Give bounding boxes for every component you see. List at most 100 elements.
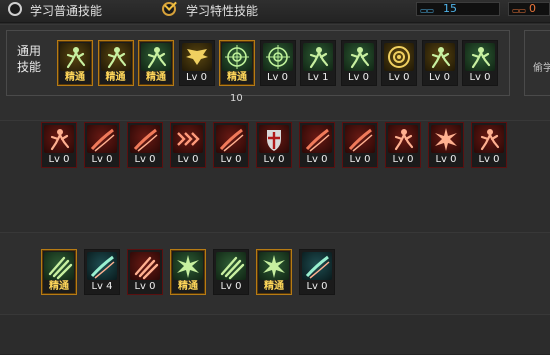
skill-icon <box>87 252 117 280</box>
skill-level-label: Lv 4 <box>91 281 113 292</box>
tab-trait-skills-label[interactable]: 学习特性技能 <box>186 2 258 19</box>
skill-level-label: Lv 0 <box>428 72 451 83</box>
skill-icon <box>181 43 212 71</box>
skill-common-6[interactable]: Lv 0 <box>259 40 296 86</box>
top-bar: 学习普通技能 学习特性技能 ▭▭ 15 ▭▭ 0 <box>0 0 550 23</box>
radio-trait-skills[interactable] <box>162 2 176 16</box>
skill-row2-1[interactable]: Lv 0 <box>41 122 77 168</box>
steal-skills-panel: 偷学 <box>524 30 550 96</box>
skill-common-5[interactable]: 精通 <box>219 40 255 86</box>
skill-row3-4[interactable]: 精通 <box>170 249 206 295</box>
skill-level-label: 精通 <box>146 72 166 83</box>
sp-counter: ▭▭ 15 <box>416 2 500 16</box>
skill-icon <box>100 43 131 71</box>
skill-icon <box>302 125 332 153</box>
skill-level-label: Lv 0 <box>177 154 199 165</box>
skill-icon <box>388 125 418 153</box>
skill-icon <box>173 125 203 153</box>
skill-icon <box>259 252 289 280</box>
skill-icon <box>130 252 160 280</box>
skill-row3-7[interactable]: Lv 0 <box>299 249 335 295</box>
skill-level-label: 精通 <box>49 281 69 292</box>
skill-icon <box>173 252 203 280</box>
skill-common-10[interactable]: Lv 0 <box>421 40 458 86</box>
skill-icon <box>222 43 252 71</box>
skill-row3-3[interactable]: Lv 0 <box>127 249 163 295</box>
skill-level-label: Lv 1 <box>307 72 329 83</box>
skill-level-label: Lv 0 <box>306 154 328 165</box>
skill-icon <box>431 125 461 153</box>
skill-row2-5[interactable]: Lv 0 <box>213 122 249 168</box>
skill-level-label: Lv 0 <box>91 154 113 165</box>
skill-common-7[interactable]: Lv 1 <box>300 40 336 86</box>
skill-row2-3[interactable]: Lv 0 <box>127 122 163 168</box>
tp-icon: ▭▭ <box>512 6 526 15</box>
skill-icon <box>303 43 333 71</box>
skill-level-label: 精通 <box>227 72 247 83</box>
tp-value: 0 <box>529 2 536 15</box>
skill-row2-9[interactable]: Lv 0 <box>385 122 421 168</box>
skill-row3-5[interactable]: Lv 0 <box>213 249 249 295</box>
skill-level-label: Lv 0 <box>266 72 289 83</box>
skill-row2-7[interactable]: Lv 0 <box>299 122 335 168</box>
skill-icon <box>87 125 117 153</box>
skill-icon <box>60 43 90 71</box>
skill-row3-1[interactable]: 精通 <box>41 249 77 295</box>
skill-row3-2[interactable]: Lv 4 <box>84 249 120 295</box>
skill-row2-4[interactable]: Lv 0 <box>170 122 206 168</box>
skill-level-label: Lv 0 <box>220 281 242 292</box>
tp-counter: ▭▭ 0 <box>508 2 550 16</box>
sp-icon: ▭▭ <box>420 6 434 15</box>
skill-icon <box>345 125 375 153</box>
skill-common-11[interactable]: Lv 0 <box>462 40 498 86</box>
skill-row3-6[interactable]: 精通 <box>256 249 292 295</box>
tab-normal-skills-label[interactable]: 学习普通技能 <box>30 2 102 19</box>
radio-normal-skills[interactable] <box>8 2 22 16</box>
skill-icon <box>259 125 289 153</box>
sp-value: 15 <box>443 2 457 15</box>
skill-common-9[interactable]: Lv 0 <box>381 40 417 86</box>
skill-icon <box>216 125 246 153</box>
common-skills-label: 通用技能 <box>16 44 41 74</box>
skill-level-label: Lv 0 <box>392 154 414 165</box>
skill-row2-8[interactable]: Lv 0 <box>342 122 378 168</box>
skill-level-label: 精通 <box>264 281 284 292</box>
skill-level-label: 精通 <box>178 281 198 292</box>
skill-common-1[interactable]: 精通 <box>57 40 93 86</box>
skill-icon <box>262 43 293 71</box>
skill-row2-11[interactable]: Lv 0 <box>471 122 507 168</box>
skill-level-label: Lv 0 <box>347 72 370 83</box>
skill-level-label: 精通 <box>105 72 126 83</box>
skill-icon <box>302 252 332 280</box>
skill-level-label: Lv 0 <box>469 72 491 83</box>
skill-icon <box>44 252 74 280</box>
skill-level-label: Lv 0 <box>306 281 328 292</box>
skill-common-8[interactable]: Lv 0 <box>340 40 377 86</box>
skill-icon <box>141 43 171 71</box>
skill-icon <box>465 43 495 71</box>
skill-icon <box>424 43 455 71</box>
skill-row2-6[interactable]: Lv 0 <box>256 122 292 168</box>
skill-common-3[interactable]: 精通 <box>138 40 174 86</box>
skill-row2-2[interactable]: Lv 0 <box>84 122 120 168</box>
skill-level-label: Lv 0 <box>478 154 500 165</box>
skill-level-label: Lv 0 <box>263 154 285 165</box>
skill-count: 10 <box>230 93 243 104</box>
steal-skills-label: 偷学 <box>533 63 550 74</box>
skill-level-label: Lv 0 <box>185 72 208 83</box>
skill-level-label: 精通 <box>65 72 85 83</box>
skill-level-label: Lv 0 <box>134 281 156 292</box>
skill-icon <box>216 252 246 280</box>
skill-icon <box>474 125 504 153</box>
skill-icon <box>384 43 414 71</box>
skill-level-label: Lv 0 <box>134 154 156 165</box>
skill-level-label: Lv 0 <box>388 72 410 83</box>
skill-common-2[interactable]: 精通 <box>97 40 134 86</box>
skill-icon <box>343 43 374 71</box>
skill-row2-10[interactable]: Lv 0 <box>428 122 464 168</box>
skill-level-label: Lv 0 <box>48 154 70 165</box>
skill-common-4[interactable]: Lv 0 <box>178 40 215 86</box>
skill-level-label: Lv 0 <box>220 154 242 165</box>
skill-icon <box>44 125 74 153</box>
skill-icon <box>130 125 160 153</box>
